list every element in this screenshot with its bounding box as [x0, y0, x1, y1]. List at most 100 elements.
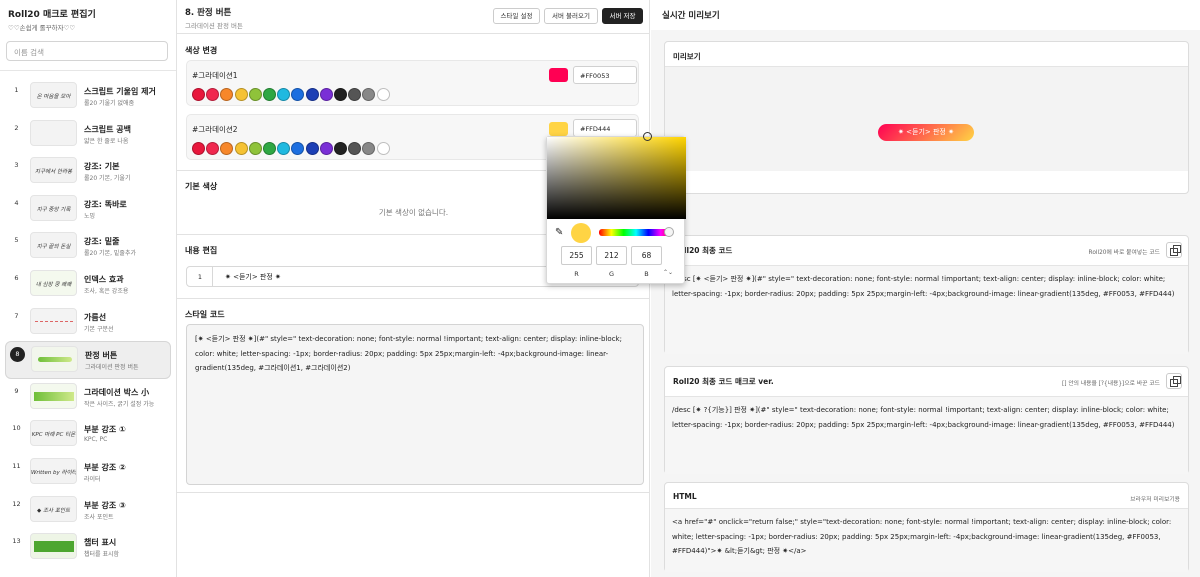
sidebar-item[interactable]: 6 내 심장 쿵 쾌쾌 인덱스 효과 조사, 혹은 강조용	[5, 266, 171, 304]
sidebar-item[interactable]: 8 판정 버튼 그라데이션 판정 버튼	[5, 341, 171, 379]
sidebar: Roll20 매크로 편집기 ♡♡손쉽게 롤꾸하자♡♡ 이름 검색 1 온 마음을…	[0, 0, 177, 577]
macro-code-textarea[interactable]: /desc [✷ ?{기능}] 판정 ✷](#" style=" text-de…	[665, 396, 1188, 474]
palette-color-dot[interactable]	[319, 142, 333, 155]
sidebar-item[interactable]: 11 Written by 라이터 부분 강조 ② 라이터	[5, 454, 171, 492]
palette-color-dot[interactable]	[362, 88, 376, 101]
sidebar-item-label: 부분 강조 ③	[84, 500, 126, 510]
palette-color-dot[interactable]	[192, 142, 205, 155]
thumbnail-text: 내 심장 쿵 쾌쾌	[35, 281, 72, 288]
sidebar-item-thumbnail	[31, 346, 78, 373]
palette-color-dot[interactable]	[348, 88, 362, 101]
gradient2-hex-input[interactable]: #FFD444	[573, 119, 637, 137]
thumbnail-text: KPC 마례 PC 티몬	[31, 432, 76, 439]
sidebar-item-label: 인덱스 효과	[84, 274, 124, 284]
palette-color-dot[interactable]	[305, 142, 319, 155]
content-row-text[interactable]: ✷ <듣기> 판정 ✷	[225, 272, 281, 282]
palette-color-dot[interactable]	[234, 88, 248, 101]
palette-color-dot[interactable]	[291, 142, 305, 155]
sidebar-item-desc: 조사 포인트	[84, 513, 114, 521]
saturation-knob[interactable]	[643, 132, 652, 141]
gradient1-hex-input[interactable]: #FF0053	[573, 66, 637, 84]
palette-color-dot[interactable]	[206, 88, 220, 101]
eyedropper-icon[interactable]: ✎	[555, 227, 563, 238]
preview-header: 실시간 미리보기	[651, 0, 1200, 30]
palette-color-dot[interactable]	[305, 88, 319, 101]
search-input[interactable]: 이름 검색	[6, 41, 168, 61]
red-input[interactable]: 255	[561, 246, 592, 265]
palette-color-dot[interactable]	[277, 88, 291, 101]
sidebar-item-desc: 롤20 기본, 기울기	[84, 175, 131, 183]
palette-color-dot[interactable]	[334, 88, 347, 101]
thumbnail-text: 지구 끝의 돈실	[36, 244, 71, 251]
sidebar-item-desc: KPC, PC	[84, 436, 108, 444]
final-code-note: Roll20에 바로 붙여넣는 코드	[1088, 250, 1160, 256]
thumbnail-text: 지구 중앙 기록	[36, 206, 71, 213]
sidebar-item-thumbnail	[30, 119, 77, 146]
palette-color-dot[interactable]	[220, 142, 234, 155]
preview-area: ✷ <듣기> 판정 ✷	[665, 66, 1188, 171]
saturation-field[interactable]	[547, 132, 686, 219]
server-load-button[interactable]: 서버 불러오기	[544, 8, 598, 24]
sidebar-item-desc: 작은 사이즈, 굵기 설정 가능	[84, 400, 155, 408]
copy-icon[interactable]	[1166, 242, 1182, 258]
sidebar-item[interactable]: 2 스크립트 공백 얇은 한 줄로 나옴	[5, 116, 171, 154]
format-toggle-icon[interactable]: ⌃⌄	[663, 269, 673, 276]
hue-slider-knob[interactable]	[664, 227, 674, 237]
sidebar-item[interactable]: 12 ◆ 조사 포인트 부분 강조 ③ 조사 포인트	[5, 492, 171, 530]
blue-input[interactable]: 68	[631, 246, 662, 265]
preview-judgement-button[interactable]: ✷ <듣기> 판정 ✷	[878, 124, 974, 141]
palette-color-dot[interactable]	[376, 88, 390, 101]
sidebar-item-thumbnail: 지구 중앙 기록	[30, 194, 77, 221]
sidebar-item[interactable]: 5 지구 끝의 돈실 강조: 밑줄 롤20 기본, 밑줄추가	[5, 228, 171, 266]
sidebar-item-thumbnail: ◆ 조사 포인트	[30, 495, 77, 522]
sidebar-item[interactable]: 13 챕터 챕터 표시챕터를 표시함	[5, 529, 171, 567]
sidebar-item-number: 8	[10, 347, 25, 363]
thumbnail-chapter-bar	[34, 541, 74, 553]
palette-color-dot[interactable]	[220, 88, 234, 101]
sidebar-item-thumbnail	[30, 382, 77, 409]
sidebar-item[interactable]: 10 KPC 마례 PC 티몬 부분 강조 ① KPC, PC	[5, 416, 171, 454]
thumbnail-text: Written by 라이터	[31, 469, 77, 476]
sidebar-item-label: 강조: 밑줄	[84, 237, 120, 247]
palette-color-dot[interactable]	[334, 142, 347, 155]
preview-column: 실시간 미리보기 미리보기 ✷ <듣기> 판정 ✷ Roll20 최종 코드 R…	[651, 0, 1200, 577]
sidebar-item-desc: 노밍	[84, 212, 96, 220]
sidebar-item[interactable]: 1 온 마음을 모아 스크립트 기울임 제거 롤20 기울기 없애줌	[5, 78, 171, 116]
palette-color-dot[interactable]	[362, 142, 376, 155]
palette-color-dot[interactable]	[234, 142, 248, 155]
final-code-textarea[interactable]: /desc [✷ <듣기> 판정 ✷](#" style=" text-deco…	[665, 265, 1188, 354]
palette-color-dot[interactable]	[348, 142, 362, 155]
gradient2-swatch[interactable]	[549, 122, 568, 136]
palette-color-dot[interactable]	[192, 88, 205, 101]
palette-color-dot[interactable]	[319, 88, 333, 101]
sidebar-item-thumbnail: 온 마음을 모아	[30, 82, 77, 108]
palette-color-dot[interactable]	[248, 88, 262, 101]
gradient1-swatch[interactable]	[549, 68, 568, 82]
palette-color-dot[interactable]	[248, 142, 262, 155]
gradient2-label: #그라데이션2	[192, 125, 238, 134]
palette-color-dot[interactable]	[376, 142, 390, 155]
sidebar-item[interactable]: 3 지구에서 한라봉 강조: 기본 롤20 기본, 기울기	[5, 153, 171, 191]
sidebar-item[interactable]: 4 지구 중앙 기록 강조: 똑바로 노밍	[5, 191, 171, 229]
html-code-textarea[interactable]: <a href="#" onclick="return false;" styl…	[665, 508, 1188, 572]
palette-color-dot[interactable]	[263, 88, 276, 101]
hue-slider[interactable]	[599, 227, 674, 237]
palette-color-dot[interactable]	[291, 88, 305, 101]
content-row-number: 1	[197, 273, 203, 281]
copy-icon[interactable]	[1166, 373, 1182, 389]
style-code-textarea[interactable]: [✷ <듣기> 판정 ✷](#" style=" text-decoration…	[186, 324, 644, 485]
sidebar-item[interactable]: 9 그라데이션 박스 小 작은 사이즈, 굵기 설정 가능	[5, 379, 171, 417]
sidebar-item-desc: 기본 구분선	[84, 325, 114, 333]
style-settings-button[interactable]: 스타일 설정	[493, 8, 540, 24]
green-input[interactable]: 212	[596, 246, 627, 265]
palette-color-dot[interactable]	[263, 142, 276, 155]
color-picker-popup: ✎ 255 212 68 R G B ⌃⌄	[546, 132, 686, 284]
palette-color-dot[interactable]	[277, 142, 291, 155]
preview-panel: 미리보기 ✷ <듣기> 판정 ✷	[664, 41, 1189, 194]
sidebar-item-thumbnail: 지구 끝의 돈실	[30, 232, 77, 259]
color-preview-swatch	[571, 223, 591, 243]
palette-color-dot[interactable]	[206, 142, 220, 155]
sidebar-item[interactable]: 7 가름선 기본 구분선	[5, 304, 171, 342]
server-save-button[interactable]: 서버 저장	[602, 8, 643, 24]
sidebar-item-thumbnail: 챕터	[30, 533, 77, 560]
